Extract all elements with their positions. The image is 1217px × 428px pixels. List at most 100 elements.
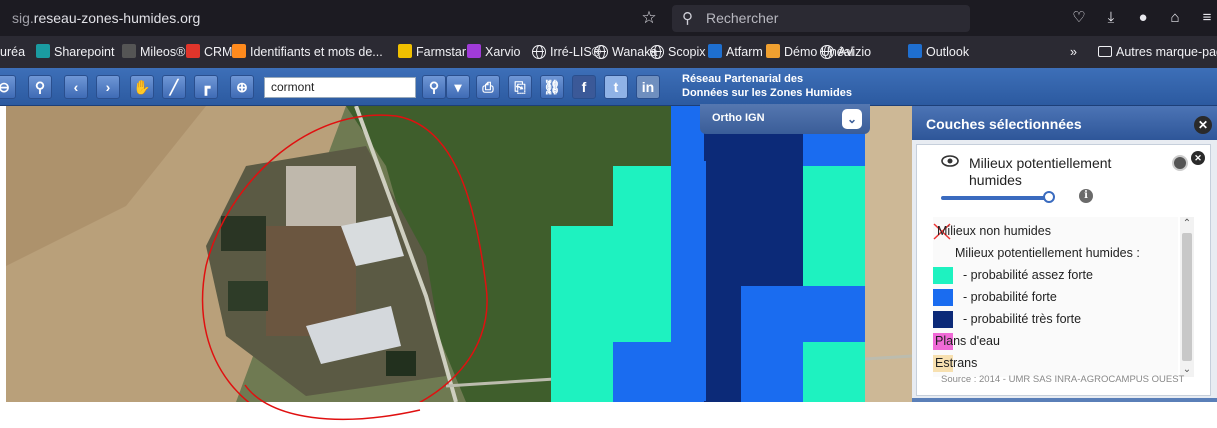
- bookmark-item[interactable]: Sharepoint: [36, 42, 114, 62]
- download-icon[interactable]: ⤓: [1100, 7, 1122, 29]
- map-imagery: [6, 106, 912, 402]
- bookmark-item[interactable]: Mileos®: [122, 42, 185, 62]
- bookmark-label: Mileos®: [140, 45, 186, 59]
- print-icon[interactable]: ⎙: [476, 75, 500, 99]
- brand-line-2: Données sur les Zones Humides: [682, 87, 852, 99]
- outlook-icon: [908, 44, 922, 58]
- globe-icon: [594, 45, 608, 59]
- eye-icon[interactable]: [941, 155, 959, 167]
- link-icon[interactable]: ⛓: [540, 75, 564, 99]
- bookmark-label: Autres marque-pag: [1116, 45, 1217, 59]
- legend-swatch: [933, 267, 953, 284]
- tank: [386, 351, 416, 376]
- legend-label: - probabilité très forte: [963, 312, 1082, 326]
- extensions-icon[interactable]: ⌂: [1164, 7, 1186, 29]
- opacity-slider[interactable]: [941, 196, 1049, 200]
- wetland-cell-moderate: [613, 166, 673, 342]
- chevron-down-icon[interactable]: ⌄: [842, 109, 862, 129]
- globe-extent-icon[interactable]: ⊕: [230, 75, 254, 99]
- bookmark-star-icon[interactable]: ☆: [638, 7, 660, 29]
- map-toolbar: ⊖ ⚲ ‹ › ✋ ╱ ┏ ⊕ cormont ⚲ ▾ ⎙ ⎘ ⛓ f t in…: [0, 68, 1217, 106]
- bookmark-item[interactable]: Autres marque-pag: [1098, 42, 1217, 62]
- folder-icon: [1098, 46, 1112, 57]
- sharepoint-icon: [36, 44, 50, 58]
- remove-layer-icon[interactable]: ✕: [1191, 151, 1205, 165]
- bookmark-item[interactable]: uréa: [0, 42, 25, 62]
- legend-swatch: [933, 289, 953, 306]
- bookmark-item[interactable]: Irré-LIS®: [532, 42, 601, 62]
- info-icon[interactable]: i: [1079, 189, 1093, 203]
- legend-label: Milieux non humides: [937, 224, 1051, 238]
- layers-panel-title: Couches sélectionnées: [926, 116, 1082, 132]
- wetland-cell-moderate: [551, 226, 613, 402]
- bookmark-label: Farmstar: [416, 45, 466, 59]
- bookmarks-bar: uréa Sharepoint Mileos® CRM Identifiants et …: [0, 36, 1217, 68]
- crm-icon: [186, 44, 200, 58]
- map-canvas[interactable]: [6, 106, 912, 402]
- bookmark-item[interactable]: Farmstar: [398, 42, 466, 62]
- legend: Milieux non humides Milieux potentiellem…: [933, 217, 1178, 377]
- twitter-icon[interactable]: t: [604, 75, 628, 99]
- uneal-icon: [766, 44, 780, 58]
- bookmark-label: Outlook: [926, 45, 970, 59]
- layer-style-icon[interactable]: [1172, 155, 1188, 171]
- wetland-cell-moderate: [551, 386, 613, 402]
- url-field[interactable]: sig.reseau-zones-humides.org: [6, 6, 666, 30]
- measure-line-icon[interactable]: ╱: [162, 75, 186, 99]
- legend-header: Milieux potentiellement humides :: [955, 246, 1140, 260]
- globe-icon: [820, 45, 834, 59]
- search-icon: ⚲: [682, 10, 693, 27]
- bookmark-label: Identifiants et mots de...: [250, 45, 383, 59]
- globe-icon: [650, 45, 664, 59]
- bookmark-item[interactable]: »: [1070, 42, 1077, 62]
- layers-panel: Couches sélectionnées ✕ Milieux potentie…: [912, 106, 1217, 402]
- globe-icon: [532, 45, 546, 59]
- next-view-icon[interactable]: ›: [96, 75, 120, 99]
- bookmark-item[interactable]: Xarvio: [467, 42, 520, 62]
- bookmark-label: Avizio: [838, 45, 872, 59]
- previous-view-icon[interactable]: ‹: [64, 75, 88, 99]
- search-placeholder: Rechercher: [706, 10, 779, 26]
- pond-2: [228, 281, 268, 311]
- pan-hand-icon[interactable]: ✋: [130, 75, 154, 99]
- legend-swatch: [933, 311, 953, 328]
- layers-panel-footer: [912, 398, 1217, 402]
- bookmark-label: Sharepoint: [54, 45, 115, 59]
- bookmark-item[interactable]: Wanaka: [594, 42, 657, 62]
- xarvio-icon: [467, 44, 481, 58]
- legend-scrollbar[interactable]: ⌃ ⌄: [1180, 217, 1194, 377]
- search-submit-icon[interactable]: ⚲: [422, 75, 446, 99]
- site-brand: Réseau Partenarial des Données sur les Z…: [682, 72, 902, 100]
- facebook-icon[interactable]: f: [572, 75, 596, 99]
- scrollbar-thumb[interactable]: [1182, 233, 1192, 361]
- bookmark-item[interactable]: Outlook: [908, 42, 969, 62]
- layer-card: Milieux potentiellement humides ✕ i Mili…: [916, 144, 1211, 396]
- bookmark-item[interactable]: CRM: [186, 42, 232, 62]
- search-dropdown-icon[interactable]: ▾: [446, 75, 470, 99]
- legend-label: - probabilité assez forte: [963, 268, 1093, 282]
- bookmark-item[interactable]: Avizio: [820, 42, 871, 62]
- bookmark-item[interactable]: Scopix: [650, 42, 706, 62]
- close-panel-icon[interactable]: ✕: [1194, 116, 1212, 134]
- pdf-export-icon[interactable]: ⎘: [508, 75, 532, 99]
- bookmark-item[interactable]: Identifiants et mots de...: [232, 42, 383, 62]
- brand-line-1: Réseau Partenarial des: [682, 73, 804, 85]
- opacity-slider-handle[interactable]: [1043, 191, 1055, 203]
- linkedin-icon[interactable]: in: [636, 75, 660, 99]
- basemap-selector[interactable]: Ortho IGN ⌄: [700, 104, 870, 134]
- wetland-cell-strong: [741, 286, 803, 402]
- bookmark-item[interactable]: Atfarm: [708, 42, 763, 62]
- scroll-up-icon[interactable]: ⌃: [1180, 217, 1194, 231]
- menu-icon[interactable]: ≡: [1196, 7, 1217, 29]
- account-icon[interactable]: ●: [1132, 7, 1154, 29]
- pocket-icon[interactable]: ♡: [1068, 7, 1090, 29]
- zoom-out-icon[interactable]: ⊖: [0, 75, 16, 99]
- bookmark-label: uréa: [0, 45, 26, 59]
- measure-area-icon[interactable]: ┏: [194, 75, 218, 99]
- firefox-icon: [232, 44, 246, 58]
- url-domain: sig.: [12, 10, 34, 26]
- zoom-in-icon[interactable]: ⚲: [28, 75, 52, 99]
- layer-name: Milieux potentiellement humides: [969, 155, 1112, 188]
- search-input[interactable]: ⚲ Rechercher: [672, 5, 970, 32]
- place-search-input[interactable]: cormont: [264, 77, 416, 98]
